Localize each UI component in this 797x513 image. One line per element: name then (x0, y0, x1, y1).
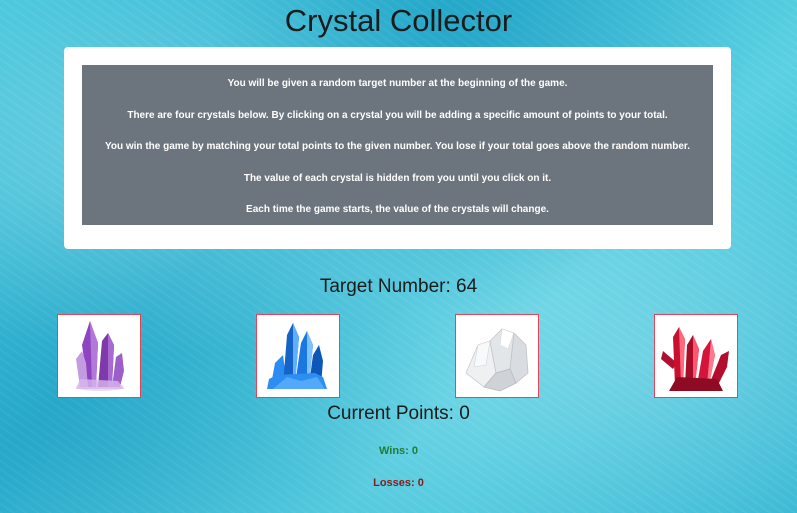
instruction-line: You win the game by matching your total … (104, 141, 691, 152)
crystal-button-clear[interactable] (455, 314, 539, 398)
wins-label: Wins: (378, 445, 412, 457)
blue-crystal-icon (267, 323, 327, 389)
instruction-line: You will be given a random target number… (227, 78, 568, 89)
current-points: Current Points: 0 (0, 402, 797, 426)
target-label: Target Number: (319, 276, 457, 297)
purple-crystal-icon (76, 321, 124, 391)
losses-value: 0 (417, 477, 424, 489)
red-crystal-icon (661, 327, 729, 391)
losses-counter: Losses: 0 (0, 476, 797, 490)
wins-counter: Wins: 0 (0, 444, 797, 458)
crystal-button-purple[interactable] (57, 314, 141, 398)
instruction-line: There are four crystals below. By clicki… (127, 109, 668, 121)
losses-label: Losses: (373, 477, 418, 489)
target-number: Target Number: 64 (0, 275, 797, 299)
crystal-button-blue[interactable] (256, 314, 340, 398)
page-title: Crystal Collector (284, 3, 513, 38)
instruction-line: The value of each crystal is hidden from… (243, 172, 552, 184)
crystal-button-red[interactable] (654, 314, 738, 398)
instructions-panel: You will be given a random target number… (64, 47, 731, 249)
current-points-value: 0 (459, 403, 470, 424)
current-points-label: Current Points: (327, 403, 460, 424)
instruction-line: Each time the game starts, the value of … (246, 204, 549, 215)
instructions-box: You will be given a random target number… (82, 65, 713, 225)
clear-crystal-icon (465, 328, 529, 392)
wins-value: 0 (411, 445, 419, 457)
target-value: 64 (456, 276, 478, 297)
